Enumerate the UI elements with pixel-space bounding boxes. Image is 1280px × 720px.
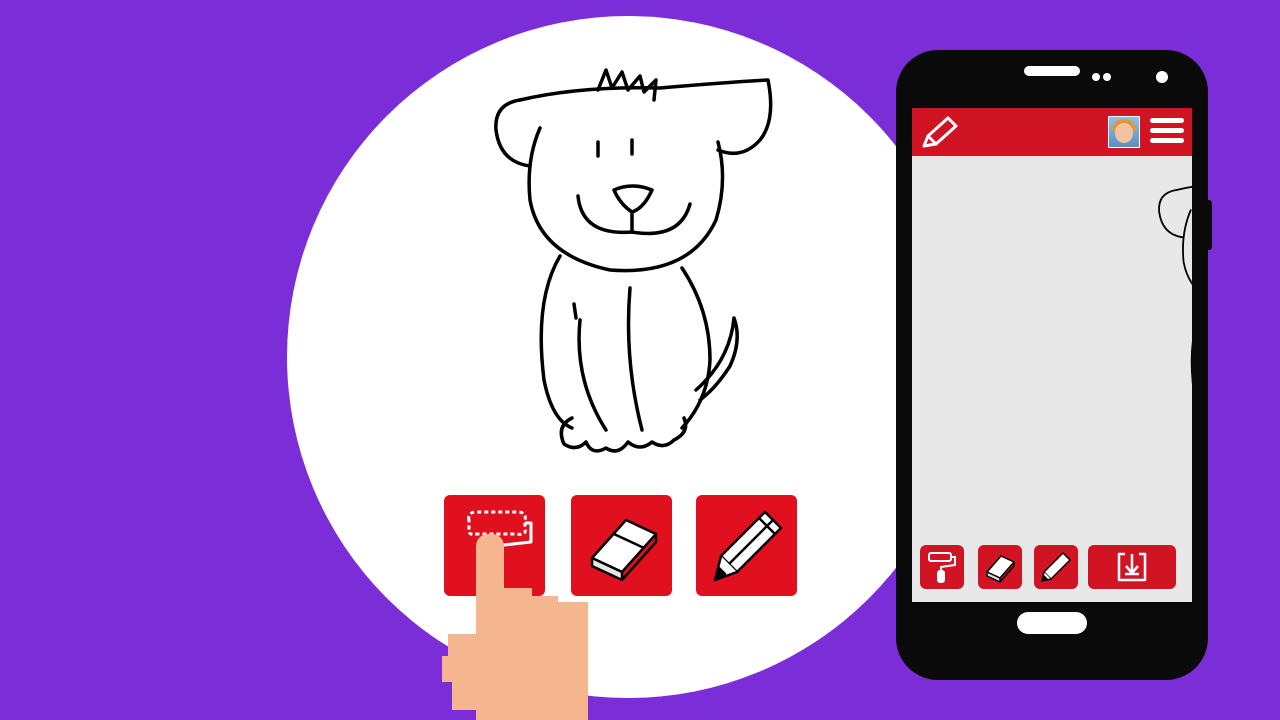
speaker-grill [1024, 66, 1080, 76]
pencil-button[interactable] [696, 495, 797, 596]
phone-eraser-button[interactable] [978, 545, 1022, 589]
phone-pencil-button[interactable] [1034, 545, 1078, 589]
home-button[interactable] [1017, 612, 1087, 634]
phone-save-button[interactable] [1088, 545, 1176, 589]
sensors [1092, 68, 1114, 86]
side-button [1204, 200, 1212, 250]
pencil-icon [1041, 552, 1071, 582]
phone-roller-button[interactable] [920, 545, 964, 589]
paint-roller-icon [928, 552, 956, 583]
scene [0, 0, 1280, 720]
download-icon [1117, 552, 1147, 582]
smartphone [896, 50, 1212, 680]
phone-screen [912, 108, 1192, 602]
phone-dog-drawing [1158, 185, 1192, 385]
eraser-icon [986, 555, 1015, 583]
pencil-icon [713, 510, 782, 581]
front-camera [1156, 71, 1168, 83]
pointing-hand [442, 534, 588, 720]
